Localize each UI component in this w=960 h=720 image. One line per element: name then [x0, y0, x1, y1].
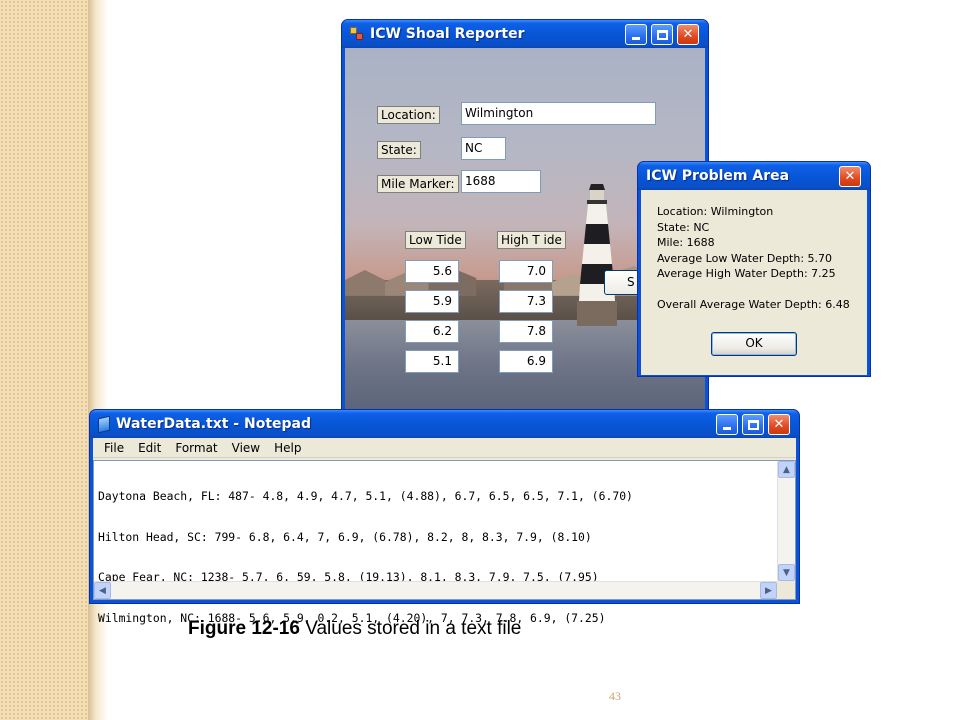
location-field[interactable]: Wilmington	[461, 102, 656, 125]
figure-caption: Figure 12-16 Values stored in a text fil…	[188, 618, 521, 640]
dialog-line-blank	[657, 282, 867, 298]
notepad-window: WaterData.txt - Notepad ✕ File Edit Form…	[89, 409, 800, 624]
slide-left-band	[0, 0, 88, 720]
high-tide-field-1[interactable]: 7.0	[499, 260, 553, 283]
low-tide-field-2[interactable]: 5.9	[405, 290, 459, 313]
state-field[interactable]: NC	[461, 137, 506, 160]
low-tide-field-1[interactable]: 5.6	[405, 260, 459, 283]
close-icon[interactable]: ✕	[839, 166, 861, 187]
caption-text: Values stored in a text file	[299, 618, 522, 639]
dialog-line-avg-low: Average Low Water Depth: 5.70	[657, 251, 833, 265]
size-grip-icon[interactable]	[777, 581, 795, 599]
location-label: Location:	[377, 106, 440, 124]
problem-area-dialog: ICW Problem Area ✕ Location: Wilmington …	[637, 161, 871, 377]
notepad-icon	[98, 415, 110, 433]
dialog-line-location: Location: Wilmington	[657, 205, 774, 218]
scroll-left-icon[interactable]: ◀	[94, 582, 111, 599]
scroll-up-icon[interactable]: ▲	[778, 461, 795, 478]
high-tide-field-3[interactable]: 7.8	[499, 320, 553, 343]
ok-button[interactable]: OK	[711, 332, 797, 356]
low-tide-field-4[interactable]: 5.1	[405, 350, 459, 373]
mile-marker-field[interactable]: 1688	[461, 170, 541, 193]
low-tide-label: Low Tide	[405, 231, 466, 249]
notepad-window-title: WaterData.txt - Notepad	[116, 416, 311, 432]
menu-help[interactable]: Help	[267, 441, 308, 455]
notepad-menubar: File Edit Format View Help	[93, 438, 796, 458]
high-tide-label: High T ide	[497, 231, 566, 249]
minimize-icon[interactable]	[625, 24, 647, 45]
horizontal-scrollbar[interactable]: ◀ ▶	[94, 581, 777, 599]
state-label: State:	[377, 141, 421, 159]
page-number: 43	[609, 689, 621, 703]
shoal-window-title: ICW Shoal Reporter	[370, 26, 525, 42]
figure-number: Figure 12-16	[188, 618, 300, 639]
problem-dialog-title: ICW Problem Area	[646, 168, 790, 184]
lighthouse-image	[577, 184, 617, 326]
notepad-titlebar[interactable]: WaterData.txt - Notepad ✕	[90, 410, 799, 438]
app-icon	[350, 27, 364, 41]
dialog-line-state: State: NC	[657, 220, 710, 234]
notepad-client-area: File Edit Format View Help Daytona Beach…	[93, 438, 796, 624]
vertical-scrollbar[interactable]: ▲ ▼	[777, 461, 795, 581]
dialog-line-overall: Overall Average Water Depth: 6.48	[657, 298, 850, 311]
notepad-text-area[interactable]: Daytona Beach, FL: 487- 4.8, 4.9, 4.7, 5…	[93, 460, 796, 624]
problem-titlebar[interactable]: ICW Problem Area ✕	[638, 162, 870, 190]
menu-view[interactable]: View	[225, 441, 267, 455]
text-line-daytona: Daytona Beach, FL: 487- 4.8, 4.9, 4.7, 5…	[98, 489, 633, 503]
partial-submit-button[interactable]: S	[604, 270, 640, 295]
scroll-right-icon[interactable]: ▶	[760, 582, 777, 599]
shoal-titlebar[interactable]: ICW Shoal Reporter ✕	[342, 20, 708, 48]
close-icon[interactable]: ✕	[768, 414, 790, 435]
minimize-icon[interactable]	[716, 414, 738, 435]
text-line-hilton-head: Hilton Head, SC: 799- 6.8, 6.4, 7, 6.9, …	[98, 529, 592, 544]
menu-file[interactable]: File	[97, 441, 131, 455]
maximize-icon[interactable]	[742, 414, 764, 435]
dialog-line-avg-high: Average High Water Depth: 7.25	[657, 267, 836, 280]
scroll-down-icon[interactable]: ▼	[778, 564, 795, 581]
mile-marker-label: Mile Marker:	[377, 175, 459, 193]
low-tide-field-3[interactable]: 6.2	[405, 320, 459, 343]
high-tide-field-2[interactable]: 7.3	[499, 290, 553, 313]
maximize-icon[interactable]	[651, 24, 673, 45]
menu-edit[interactable]: Edit	[131, 441, 168, 455]
close-icon[interactable]: ✕	[677, 24, 699, 45]
dialog-line-mile: Mile: 1688	[657, 236, 715, 249]
problem-client-area: Location: Wilmington State: NC Mile: 168…	[641, 190, 867, 375]
menu-format[interactable]: Format	[168, 441, 224, 455]
high-tide-field-4[interactable]: 6.9	[499, 350, 553, 373]
